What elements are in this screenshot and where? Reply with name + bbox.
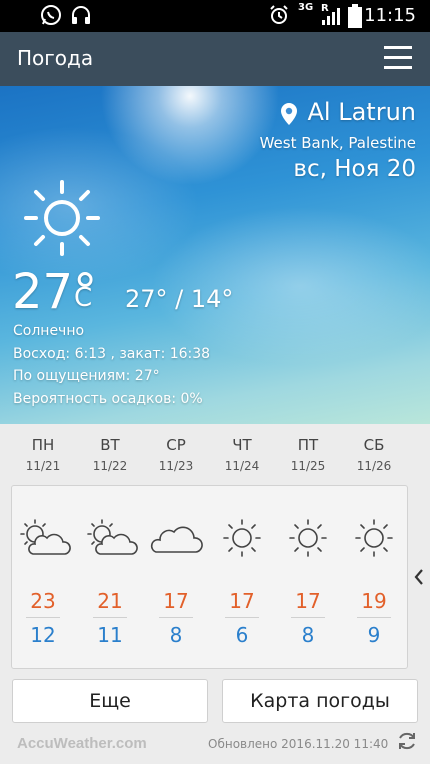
app-bar: Погода — [0, 32, 430, 86]
clock: 11:15 — [364, 5, 416, 26]
location-name[interactable]: Al Latrun — [280, 98, 417, 126]
refresh-icon[interactable] — [396, 730, 418, 752]
alarm-icon — [270, 5, 288, 24]
forecast-high: 19 — [361, 589, 387, 613]
forecast-low: 12 — [30, 623, 56, 647]
forecast-day-name: ВТ — [100, 436, 120, 454]
temp-divider — [93, 617, 127, 618]
temp-divider — [26, 617, 60, 618]
more-button[interactable]: Еще — [12, 679, 208, 723]
forecast-day-name: ПН — [31, 436, 55, 454]
forecast-day-name: ЧТ — [232, 436, 252, 454]
temperature-range: 27° / 14° — [125, 285, 234, 313]
battery-icon — [348, 4, 362, 28]
forecast-high: 17 — [295, 589, 321, 613]
sunny-icon — [289, 519, 327, 557]
hamburger-menu-icon[interactable] — [384, 46, 412, 70]
partly-cloudy-icon — [20, 519, 71, 555]
condition-text: Солнечно — [13, 323, 85, 339]
forecast-low: 9 — [367, 623, 381, 647]
accuweather-logo[interactable]: AccuWeather.com — [17, 735, 147, 752]
temp-divider — [159, 617, 193, 618]
network-indicator: 3G — [298, 3, 313, 13]
forecast-date: 11/26 — [356, 459, 392, 473]
temp-divider — [357, 617, 391, 618]
location-pin-icon — [280, 103, 297, 125]
partly-cloudy-icon — [87, 519, 138, 555]
forecast-date: 11/23 — [158, 459, 194, 473]
app-title: Погода — [17, 46, 94, 70]
forecast-day-name: СР — [166, 436, 186, 454]
sunny-icon — [223, 519, 261, 557]
network-type: 3G — [298, 2, 314, 13]
forecast-day-name: ПТ — [297, 436, 319, 454]
forecast-high: 17 — [163, 589, 189, 613]
forecast-high: 23 — [30, 589, 56, 613]
cloudy-icon — [150, 526, 203, 553]
location-label: Al Latrun — [307, 98, 417, 126]
weather-map-button[interactable]: Карта погоды — [222, 679, 418, 723]
whatsapp-icon — [41, 5, 61, 25]
current-date: вс, Ноя 20 — [293, 156, 416, 182]
temp-divider — [225, 617, 259, 618]
forecast-section: ПН ВТ СР ЧТ ПТ СБ 11/21 11/22 11/23 11/2… — [0, 424, 430, 764]
sunny-icon — [355, 519, 393, 557]
chevron-left-icon[interactable] — [412, 567, 426, 587]
forecast-low: 6 — [235, 623, 249, 647]
forecast-low: 11 — [97, 623, 123, 647]
precipitation-chance: Вероятность осадков: 0% — [13, 391, 203, 407]
sunrise-sunset: Восход: 6:13 , закат: 16:38 — [13, 346, 211, 362]
status-bar: 3G R 11:15 — [0, 0, 430, 32]
forecast-date: 11/24 — [224, 459, 260, 473]
feels-like: По ощущениям: 27° — [13, 368, 160, 384]
last-updated: Обновлено 2016.11.20 11:40 — [208, 737, 389, 751]
forecast-date: 11/25 — [290, 459, 326, 473]
forecast-low: 8 — [301, 623, 315, 647]
forecast-date: 11/22 — [92, 459, 128, 473]
temp-divider — [291, 617, 325, 618]
forecast-high: 21 — [97, 589, 123, 613]
forecast-low: 8 — [169, 623, 183, 647]
location-region: West Bank, Palestine — [259, 134, 416, 152]
temperature-unit[interactable]: C — [74, 283, 92, 313]
headphones-icon — [72, 6, 90, 24]
sunny-icon — [24, 180, 100, 256]
forecast-date: 11/21 — [25, 459, 61, 473]
signal-icon — [322, 8, 340, 25]
forecast-day-name: СБ — [363, 436, 385, 454]
forecast-high: 17 — [229, 589, 255, 613]
current-weather-panel: Al Latrun West Bank, Palestine вс, Ноя 2… — [0, 86, 430, 424]
